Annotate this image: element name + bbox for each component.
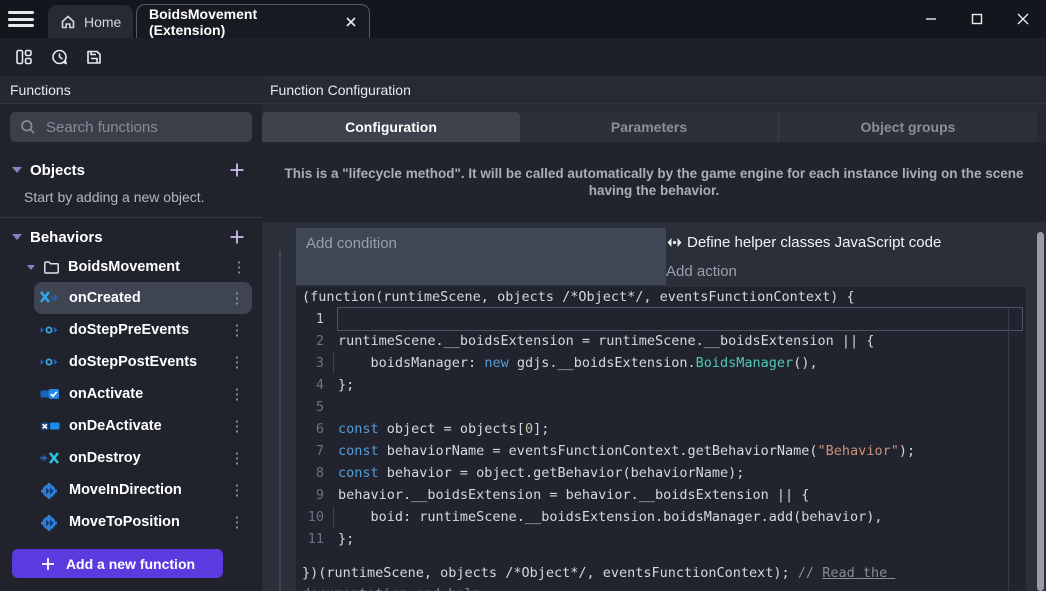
divider <box>0 217 262 218</box>
kebab-menu-icon[interactable]: ⋮ <box>228 451 246 466</box>
code-line[interactable]: 5 <box>296 396 1026 418</box>
code-line[interactable]: 2runtimeScene.__boidsExtension = runtime… <box>296 330 1026 352</box>
objects-empty-hint: Start by adding a new object. <box>24 189 205 205</box>
add-object-button[interactable] <box>226 159 248 181</box>
folder-icon <box>43 260 60 275</box>
function-item-dostrepreevents[interactable]: doStepPreEvents ⋮ <box>34 314 252 346</box>
editor-overview-ruler <box>1008 308 1009 591</box>
tab-home[interactable]: Home <box>48 5 133 38</box>
function-gear-icon <box>40 515 60 529</box>
tab-boidsmovement[interactable]: BoidsMovement (Extension) <box>136 4 370 38</box>
function-item-ondestroy[interactable]: onDestroy ⋮ <box>34 442 252 474</box>
code-line[interactable]: 10 boid: runtimeScene.__boidsExtension.b… <box>296 506 1026 528</box>
function-item-dosteppostevents[interactable]: doStepPostEvents ⋮ <box>34 346 252 378</box>
tab-configuration[interactable]: Configuration <box>262 112 520 142</box>
kebab-menu-icon[interactable]: ⋮ <box>228 291 246 306</box>
actions-column: Define helper classes JavaScript code Ad… <box>666 228 1026 285</box>
function-item-ondeactivate[interactable]: onDeActivate ⋮ <box>34 410 252 442</box>
tab-parameters[interactable]: Parameters <box>520 112 779 142</box>
function-item-onactivate[interactable]: onActivate ⋮ <box>34 378 252 410</box>
code-line[interactable]: 7const behaviorName = eventsFunctionCont… <box>296 440 1026 462</box>
behavior-group-row[interactable]: BoidsMovement ⋮ <box>0 254 262 280</box>
objects-section-header[interactable]: Objects <box>0 157 262 183</box>
kebab-menu-icon[interactable]: ⋮ <box>228 515 246 530</box>
deactivate-icon <box>40 419 60 433</box>
behaviors-section-header[interactable]: Behaviors <box>0 224 262 250</box>
code-line[interactable]: 1 <box>296 308 1026 330</box>
code-wrapper-footer: })(runtimeScene, objects /*Object*/, eve… <box>296 563 996 591</box>
function-item-movetoposition[interactable]: MoveToPosition ⋮ <box>34 506 252 538</box>
history-icon[interactable] <box>47 45 71 69</box>
save-icon[interactable] <box>82 45 106 69</box>
function-item-oncreated[interactable]: onCreated ⋮ <box>34 282 252 314</box>
lifecycle-step-icon <box>40 355 60 369</box>
minimize-button[interactable] <box>908 0 954 38</box>
tab-active-label: BoidsMovement (Extension) <box>149 6 335 38</box>
events-scrollbar[interactable] <box>1037 232 1044 591</box>
code-line[interactable]: 4}; <box>296 374 1026 396</box>
code-line[interactable]: 3 boidsManager: new gdjs.__boidsExtensio… <box>296 352 1026 374</box>
panels-layout-icon[interactable] <box>12 45 36 69</box>
add-action-label[interactable]: Add action <box>666 257 1026 285</box>
titlebar: Home BoidsMovement (Extension) <box>0 0 1046 38</box>
code-wrapper-header: (function(runtimeScene, objects /*Object… <box>296 287 1026 308</box>
activate-icon <box>40 387 60 401</box>
plus-icon <box>40 556 56 572</box>
main-menu-button[interactable] <box>8 9 34 29</box>
caret-down-icon[interactable] <box>27 265 35 270</box>
lifecycle-destroy-icon <box>40 451 60 465</box>
search-functions-box[interactable] <box>10 112 252 142</box>
configuration-tabs: Configuration Parameters Object groups <box>262 112 1037 142</box>
toolbar-left <box>0 45 106 69</box>
kebab-menu-icon[interactable]: ⋮ <box>230 260 248 275</box>
home-icon <box>60 14 76 30</box>
js-event-title-row[interactable]: Define helper classes JavaScript code <box>666 228 1026 257</box>
code-line[interactable]: 9behavior.__boidsExtension = behavior.__… <box>296 484 1026 506</box>
js-code-editor[interactable]: (function(runtimeScene, objects /*Object… <box>296 287 1026 591</box>
gdevelop-window: Home BoidsMovement (Extension) <box>0 0 1046 591</box>
add-behavior-button[interactable] <box>226 226 248 248</box>
code-lines: 12runtimeScene.__boidsExtension = runtim… <box>296 308 1026 550</box>
kebab-menu-icon[interactable]: ⋮ <box>228 323 246 338</box>
tab-object-groups[interactable]: Object groups <box>779 112 1037 142</box>
functions-sidebar: Functions Objects Start by adding a new … <box>0 76 262 591</box>
function-configuration-panel: Function Configuration Configuration Par… <box>262 76 1046 591</box>
window-controls <box>908 0 1046 38</box>
lifecycle-step-icon <box>40 323 60 337</box>
event-left-border <box>279 250 281 591</box>
panel-title: Function Configuration <box>262 76 1046 104</box>
search-icon <box>20 119 36 135</box>
code-line[interactable]: 8const behavior = object.getBehavior(beh… <box>296 462 1026 484</box>
behavior-group-label: BoidsMovement <box>68 259 230 275</box>
add-condition-label[interactable]: Add condition <box>306 235 656 252</box>
kebab-menu-icon[interactable]: ⋮ <box>228 355 246 370</box>
function-list: onCreated ⋮ doStepPreEvents ⋮ doStepPost… <box>0 282 262 538</box>
lifecycle-created-icon <box>40 291 60 305</box>
code-line[interactable]: 11}; <box>296 528 1026 550</box>
code-event-icon <box>666 236 683 249</box>
kebab-menu-icon[interactable]: ⋮ <box>228 387 246 402</box>
add-condition-area[interactable]: Add condition <box>296 228 666 285</box>
kebab-menu-icon[interactable]: ⋮ <box>228 419 246 434</box>
tab-home-label: Home <box>84 14 121 30</box>
js-event-title: Define helper classes JavaScript code <box>687 234 941 251</box>
events-sheet: Add condition Define helper classes Java… <box>262 222 1046 591</box>
caret-down-icon[interactable] <box>12 167 22 173</box>
search-functions-input[interactable] <box>46 119 226 136</box>
behaviors-header-label: Behaviors <box>30 229 226 246</box>
lifecycle-description: This is a "lifecycle method". It will be… <box>262 142 1046 222</box>
code-line[interactable]: 6const object = objects[0]; <box>296 418 1026 440</box>
objects-header-label: Objects <box>30 162 226 179</box>
maximize-button[interactable] <box>954 0 1000 38</box>
toolbar: Preview Share <box>0 38 1046 76</box>
kebab-menu-icon[interactable]: ⋮ <box>228 483 246 498</box>
tab-close-icon[interactable] <box>345 16 357 28</box>
sidebar-title: Functions <box>0 76 262 104</box>
function-item-moveindirection[interactable]: MoveInDirection ⋮ <box>34 474 252 506</box>
caret-down-icon[interactable] <box>12 234 22 240</box>
add-new-function-button[interactable]: Add a new function <box>12 549 223 578</box>
function-gear-icon <box>40 483 60 497</box>
close-button[interactable] <box>1000 0 1046 38</box>
